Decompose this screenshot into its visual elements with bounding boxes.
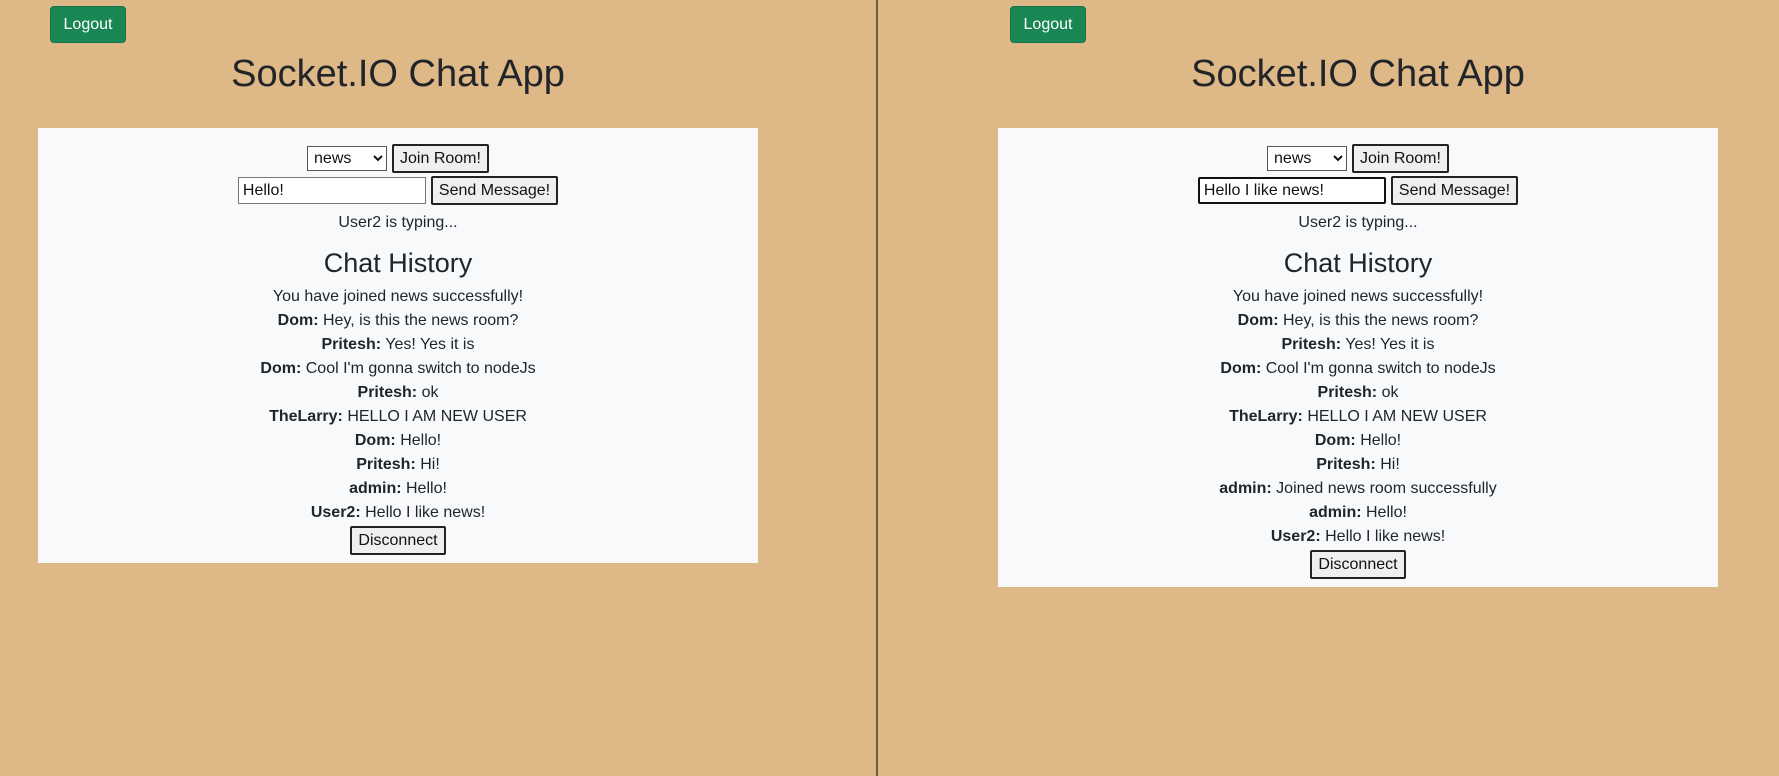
message-user: TheLarry: [269,408,343,425]
typing-status: User2 is typing... [338,214,458,231]
system-message: You have joined news successfully! [1232,288,1484,305]
chat-history: You have joined news successfully! Dom: … [38,285,758,525]
chat-message: admin: Joined news room successfully [998,477,1718,501]
message-user: Pritesh: [1317,384,1378,401]
chat-message: Pritesh: ok [998,381,1718,405]
system-message: You have joined news successfully! [272,288,524,305]
message-text: Yes! Yes it is [385,336,475,353]
message-user: Dom: [354,432,396,449]
message-user: Pritesh: [356,456,416,473]
chat-message: Pritesh: Hi! [38,453,758,477]
message-text: Hello! [406,480,447,497]
message-text: Joined news room successfully [1276,480,1497,497]
room-row: news Join Room! [38,144,758,173]
chat-message: TheLarry: HELLO I AM NEW USER [998,405,1718,429]
message-text: Cool I'm gonna switch to nodeJs [305,360,536,377]
message-user: Pritesh: [321,336,382,353]
message-text: Hey, is this the news room? [323,312,519,329]
chat-message: Pritesh: Yes! Yes it is [38,333,758,357]
message-text: Yes! Yes it is [1345,336,1435,353]
disconnect-button[interactable]: Disconnect [350,526,446,555]
message-text: Hey, is this the news room? [1283,312,1479,329]
message-user: Pritesh: [1281,336,1342,353]
disconnect-row: Disconnect [998,550,1718,579]
message-user: User2: [310,504,361,521]
chat-card: news Join Room! Send Message! User2 is t… [38,128,758,563]
message-text: Hello! [1360,432,1402,449]
chat-history-title: Chat History [323,248,473,278]
join-room-button[interactable]: Join Room! [1352,144,1449,173]
chat-message: Dom: Cool I'm gonna switch to nodeJs [998,357,1718,381]
chat-card: news Join Room! Send Message! User2 is t… [998,128,1718,587]
message-text: HELLO I AM NEW USER [347,408,527,425]
message-text: ok [421,384,439,401]
message-user: admin: [1309,504,1362,521]
message-text: Hi! [420,456,440,473]
logout-button[interactable]: Logout [50,6,126,43]
chat-message: Dom: Cool I'm gonna switch to nodeJs [38,357,758,381]
message-text: Cool I'm gonna switch to nodeJs [1265,360,1496,377]
chat-message: Pritesh: ok [38,381,758,405]
chat-message: TheLarry: HELLO I AM NEW USER [38,405,758,429]
message-text: Hi! [1380,456,1400,473]
chat-message: User2: Hello I like news! [998,525,1718,549]
message-user: Pritesh: [357,384,418,401]
chat-window-right: Logout Socket.IO Chat App news Join Room… [878,0,1779,776]
message-input[interactable] [1197,177,1386,204]
chat-message: User2: Hello I like news! [38,501,758,525]
message-text: HELLO I AM NEW USER [1307,408,1487,425]
chat-message: Pritesh: Hi! [998,453,1718,477]
message-user: Dom: [1314,432,1356,449]
message-text: Hello! [400,432,442,449]
chat-message: Pritesh: Yes! Yes it is [998,333,1718,357]
chat-history-title: Chat History [1283,248,1433,278]
disconnect-row: Disconnect [38,526,758,555]
chat-message: Dom: Hello! [38,429,758,453]
message-input[interactable] [237,177,426,204]
join-room-button[interactable]: Join Room! [392,144,489,173]
page-title: Socket.IO Chat App [1191,53,1525,95]
message-user: admin: [349,480,402,497]
chat-history: You have joined news successfully! Dom: … [998,285,1718,549]
message-text: Hello! [1366,504,1407,521]
message-text: Hello I like news! [365,504,486,521]
chat-window-left: Logout Socket.IO Chat App news Join Room… [0,0,877,776]
room-select[interactable]: news [1267,146,1348,171]
room-row: news Join Room! [998,144,1718,173]
chat-message: admin: Hello! [998,501,1718,525]
message-text: ok [1381,384,1399,401]
chat-message: admin: Hello! [38,477,758,501]
room-select[interactable]: news [307,146,388,171]
message-user: TheLarry: [1229,408,1303,425]
page-title: Socket.IO Chat App [231,53,565,95]
chat-message: Dom: Hey, is this the news room? [38,309,758,333]
message-user: Dom: [260,360,302,377]
message-user: User2: [1270,528,1321,545]
message-row: Send Message! [38,176,758,205]
chat-message: Dom: Hey, is this the news room? [998,309,1718,333]
send-message-button[interactable]: Send Message! [430,176,559,205]
logout-button[interactable]: Logout [1010,6,1086,43]
chat-message: Dom: Hello! [998,429,1718,453]
message-text: Hello I like news! [1325,528,1446,545]
send-message-button[interactable]: Send Message! [1390,176,1519,205]
message-row: Send Message! [998,176,1718,205]
disconnect-button[interactable]: Disconnect [1310,550,1406,579]
message-user: Dom: [1237,312,1279,329]
message-user: Pritesh: [1316,456,1376,473]
message-user: Dom: [1220,360,1262,377]
message-user: admin: [1219,480,1272,497]
typing-status: User2 is typing... [1298,214,1418,231]
message-user: Dom: [277,312,319,329]
